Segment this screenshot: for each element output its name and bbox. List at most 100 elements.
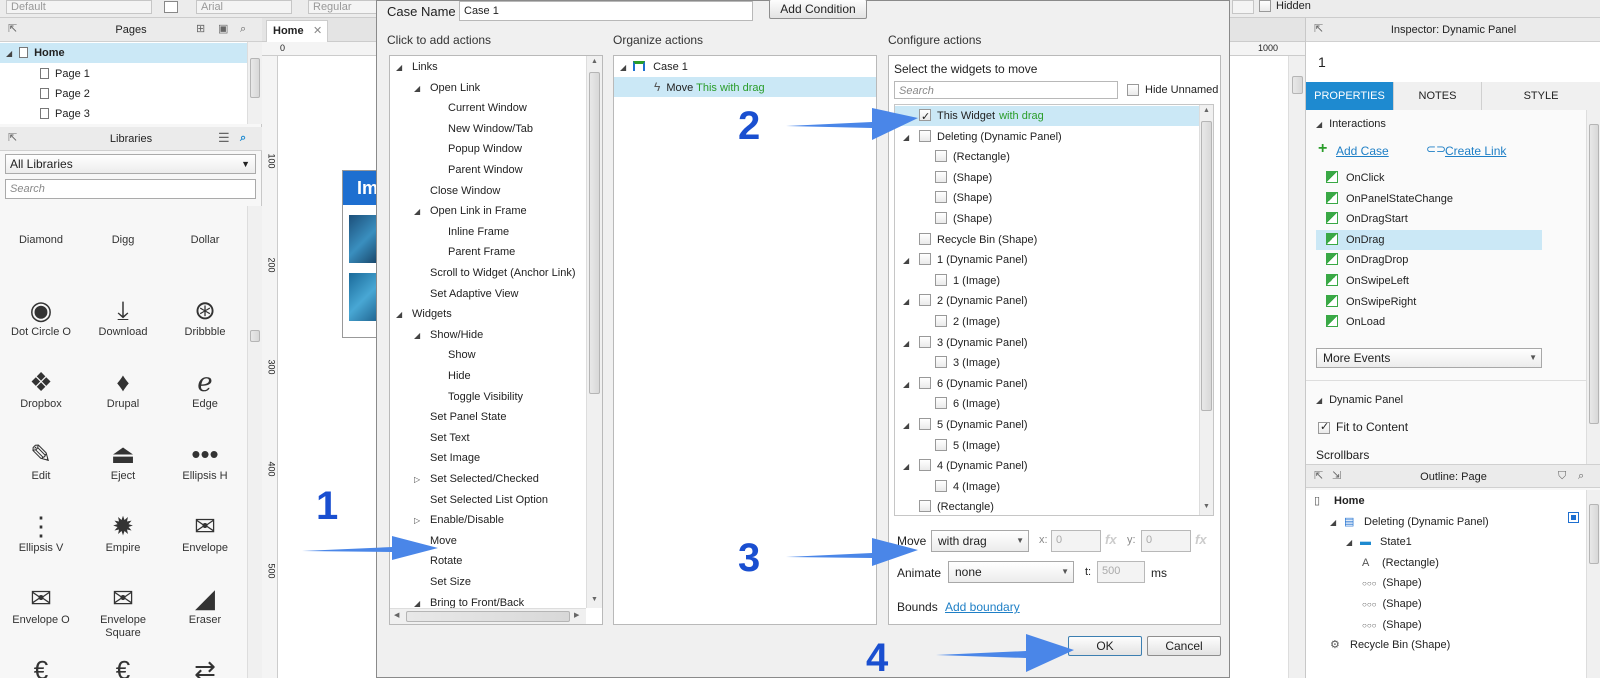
action-item[interactable]: ▷ Enable/Disable bbox=[414, 510, 504, 530]
action-item[interactable]: ◢ Links bbox=[396, 57, 438, 77]
create-link[interactable]: Create Link bbox=[1445, 144, 1506, 158]
collapsed-icon[interactable]: ▷ bbox=[414, 511, 424, 531]
widget-checkbox[interactable] bbox=[919, 294, 931, 307]
action-item[interactable]: ▷ Set Selected/Checked bbox=[414, 469, 539, 489]
event-ondragstart[interactable]: OnDragStart bbox=[1316, 209, 1542, 229]
widget-row[interactable]: (Rectangle) bbox=[895, 147, 1199, 167]
outline-row[interactable]: ▯ Home bbox=[1314, 491, 1365, 511]
widget-checkbox[interactable] bbox=[919, 253, 931, 266]
canvas-scrollbar[interactable] bbox=[1288, 56, 1305, 678]
expand-icon[interactable]: ◢ bbox=[903, 292, 919, 312]
widget-row[interactable]: ◢ 6 (Dynamic Panel) bbox=[895, 374, 1199, 394]
collapse-icon[interactable]: ⇱ bbox=[1314, 23, 1323, 35]
scroll-thumb[interactable] bbox=[406, 611, 570, 622]
collapse-icon[interactable]: ⇱ bbox=[8, 23, 17, 35]
tab-style[interactable]: STYLE bbox=[1482, 82, 1600, 110]
action-item[interactable]: Move bbox=[414, 531, 457, 551]
filter-icon[interactable]: ⛉ bbox=[1558, 470, 1566, 482]
action-item[interactable]: Set Panel State bbox=[414, 407, 506, 427]
toolbar-field[interactable] bbox=[1232, 0, 1254, 14]
action-node-move[interactable]: ϟ Move This with drag bbox=[614, 77, 876, 97]
outline-scrollbar[interactable] bbox=[1586, 490, 1600, 678]
outline-row[interactable]: ◢ ▬ State1 bbox=[1346, 532, 1412, 552]
action-item[interactable]: Current Window bbox=[432, 98, 527, 118]
interactions-section[interactable]: ◢ Interactions bbox=[1316, 118, 1386, 130]
expanded-icon[interactable]: ◢ bbox=[414, 326, 424, 346]
event-onclick[interactable]: OnClick bbox=[1316, 168, 1542, 188]
format-icon[interactable] bbox=[164, 1, 178, 13]
animate-select[interactable]: none ▼ bbox=[948, 561, 1074, 583]
action-item[interactable]: Toggle Visibility bbox=[432, 387, 523, 407]
widget-checkbox[interactable] bbox=[935, 150, 947, 163]
action-item[interactable]: Popup Window bbox=[432, 139, 522, 159]
widget-row[interactable]: 2 (Image) bbox=[895, 312, 1199, 332]
outline-row[interactable]: ○○○ (Shape) bbox=[1362, 615, 1422, 635]
widget-checkbox[interactable] bbox=[935, 479, 947, 492]
action-item[interactable]: Set Text bbox=[414, 428, 470, 448]
outline-row[interactable]: ○○○ (Shape) bbox=[1362, 573, 1422, 593]
page-1[interactable]: Page 1 bbox=[40, 64, 90, 84]
library-item[interactable]: ◉ Dot Circle O bbox=[0, 294, 82, 339]
library-item[interactable]: ✉ Envelope bbox=[164, 510, 246, 555]
expand-icon[interactable]: ⇲ bbox=[1332, 470, 1341, 482]
expand-icon[interactable]: ◢ bbox=[620, 58, 630, 78]
expanded-icon[interactable]: ◢ bbox=[396, 58, 406, 78]
expand-icon[interactable]: ◢ bbox=[903, 457, 919, 477]
y-input[interactable]: 0 bbox=[1141, 530, 1191, 552]
widget-checkbox[interactable] bbox=[935, 356, 947, 369]
add-condition-button[interactable]: Add Condition bbox=[769, 0, 867, 19]
scroll-down-icon[interactable]: ▼ bbox=[591, 596, 598, 603]
widget-checkbox[interactable] bbox=[935, 438, 947, 451]
widget-row[interactable]: 3 (Image) bbox=[895, 353, 1199, 373]
action-item[interactable]: Parent Window bbox=[432, 160, 523, 180]
action-item[interactable]: Set Image bbox=[414, 448, 480, 468]
widget-row[interactable]: ◢ Deleting (Dynamic Panel) bbox=[895, 127, 1199, 147]
weight-select[interactable]: Regular bbox=[308, 0, 378, 14]
widget-checkbox[interactable] bbox=[919, 376, 931, 389]
widget-row[interactable]: (Rectangle) bbox=[895, 497, 1199, 515]
x-input[interactable]: 0 bbox=[1051, 530, 1101, 552]
page-2[interactable]: Page 2 bbox=[40, 84, 90, 104]
widget-row[interactable]: 5 (Image) bbox=[895, 436, 1199, 456]
widget-checkbox[interactable] bbox=[935, 397, 947, 410]
action-item[interactable]: ◢ Show/Hide bbox=[414, 325, 483, 345]
scroll-right-icon[interactable]: ▶ bbox=[574, 611, 579, 619]
widget-row[interactable]: ◢ 4 (Dynamic Panel) bbox=[895, 456, 1199, 476]
widget-checkbox[interactable] bbox=[935, 212, 947, 224]
widget-row[interactable]: This Widgetwith drag bbox=[895, 106, 1199, 127]
search-icon[interactable]: ⌕ bbox=[240, 23, 246, 35]
library-item[interactable]: ♦ Drupal bbox=[82, 366, 164, 411]
scroll-up-icon[interactable]: ▲ bbox=[591, 58, 598, 65]
event-onswipeleft[interactable]: OnSwipeLeft bbox=[1316, 271, 1542, 291]
library-item[interactable]: ✉ Envelope Square bbox=[82, 582, 164, 640]
search-icon[interactable]: ⌕ bbox=[1578, 470, 1584, 482]
close-icon[interactable]: ✕ bbox=[313, 21, 322, 41]
library-item[interactable]: Dollar bbox=[164, 234, 246, 247]
cancel-button[interactable]: Cancel bbox=[1147, 636, 1221, 656]
widget-row[interactable]: ◢ 2 (Dynamic Panel) bbox=[895, 291, 1199, 311]
inspector-scrollbar[interactable] bbox=[1586, 110, 1600, 464]
action-item[interactable]: ◢ Widgets bbox=[396, 304, 452, 324]
scroll-thumb[interactable] bbox=[250, 330, 260, 342]
widget-row[interactable]: Recycle Bin (Shape) bbox=[895, 230, 1199, 250]
action-item[interactable]: ◢ Bring to Front/Back bbox=[414, 593, 524, 608]
duration-input[interactable]: 500 bbox=[1097, 561, 1145, 583]
outline-row[interactable]: ○○○ (Shape) bbox=[1362, 594, 1422, 614]
widget-row[interactable]: (Shape) bbox=[895, 188, 1199, 208]
action-item[interactable]: Parent Frame bbox=[432, 242, 515, 262]
dynamic-panel-section[interactable]: ◢ Dynamic Panel bbox=[1316, 394, 1403, 406]
widget-checkbox[interactable] bbox=[919, 107, 931, 127]
library-item[interactable]: ✉ Envelope O bbox=[0, 582, 82, 627]
action-item[interactable]: ◢ Open Link in Frame bbox=[414, 201, 527, 221]
action-item[interactable]: New Window/Tab bbox=[432, 119, 533, 139]
case-name-input[interactable]: Case 1 bbox=[459, 1, 753, 21]
library-item[interactable]: ⇄Exchange bbox=[164, 654, 246, 678]
tab-home[interactable]: Home ✕ bbox=[266, 20, 328, 42]
event-onswiperight[interactable]: OnSwipeRight bbox=[1316, 292, 1542, 312]
widget-checkbox[interactable] bbox=[919, 335, 931, 348]
widget-scrollbar[interactable]: ▲ ▼ bbox=[1199, 105, 1213, 515]
actions-scrollbar[interactable]: ▲ ▼ bbox=[586, 56, 602, 608]
expand-icon[interactable]: ◢ bbox=[1346, 533, 1360, 553]
widget-checkbox[interactable] bbox=[935, 273, 947, 286]
style-select[interactable]: Default bbox=[6, 0, 152, 14]
